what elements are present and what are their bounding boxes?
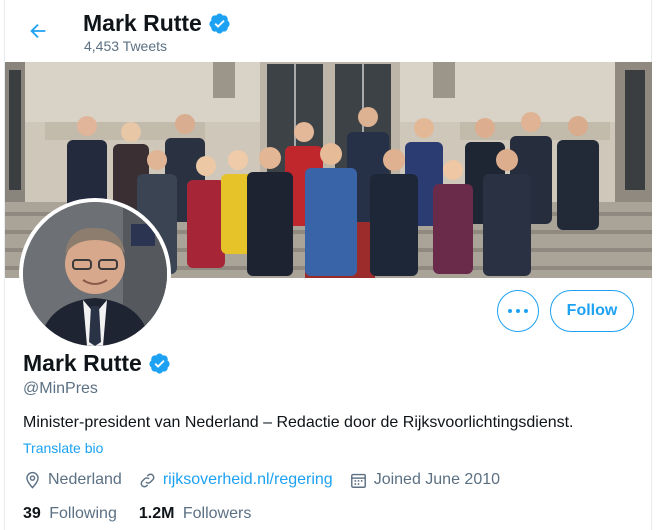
more-icon (506, 309, 530, 313)
profile-avatar[interactable] (19, 198, 171, 350)
location-text: Nederland (48, 471, 122, 488)
following-count: 39 (23, 505, 41, 522)
website-item: rijksoverheid.nl/regering (138, 471, 333, 490)
profile-bio: Minister-president van Nederland – Redac… (23, 414, 574, 431)
profile-name-text: Mark Rutte (23, 350, 142, 376)
verified-badge-icon (148, 352, 171, 375)
back-arrow-icon (30, 23, 46, 39)
following-label: Following (49, 505, 117, 522)
following-link[interactable]: 39 Following (23, 505, 117, 523)
profile-name: Mark Rutte (23, 350, 171, 377)
website-link[interactable]: rijksoverheid.nl/regering (163, 471, 333, 489)
followers-label: Followers (182, 505, 252, 522)
location-icon (26, 471, 39, 489)
link-icon (140, 473, 155, 487)
more-button[interactable] (497, 290, 539, 332)
profile-stats: 39 Following 1.2M Followers (23, 505, 273, 523)
follow-button[interactable]: Follow (550, 290, 634, 332)
followers-link[interactable]: 1.2M Followers (139, 505, 252, 523)
back-button[interactable] (23, 16, 53, 46)
location-item: Nederland (23, 471, 122, 490)
translate-bio-link[interactable]: Translate bio (23, 440, 103, 456)
tweet-count: 4,453 Tweets (84, 38, 168, 54)
profile-meta: Nederland rijksoverheid.nl/regering Join… (23, 468, 516, 492)
header-title: Mark Rutte (83, 10, 231, 37)
top-bar: Mark Rutte 4,453 Tweets (5, 0, 651, 62)
profile-page: Mark Rutte 4,453 Tweets Follow Mark Rutt… (4, 0, 652, 530)
profile-handle: @MinPres (23, 380, 98, 397)
verified-badge-icon (208, 12, 231, 35)
calendar-icon (350, 473, 366, 488)
followers-count: 1.2M (138, 505, 175, 522)
joined-item: Joined June 2010 (349, 471, 500, 490)
header-name: Mark Rutte (83, 10, 202, 36)
joined-text: Joined June 2010 (373, 471, 501, 488)
